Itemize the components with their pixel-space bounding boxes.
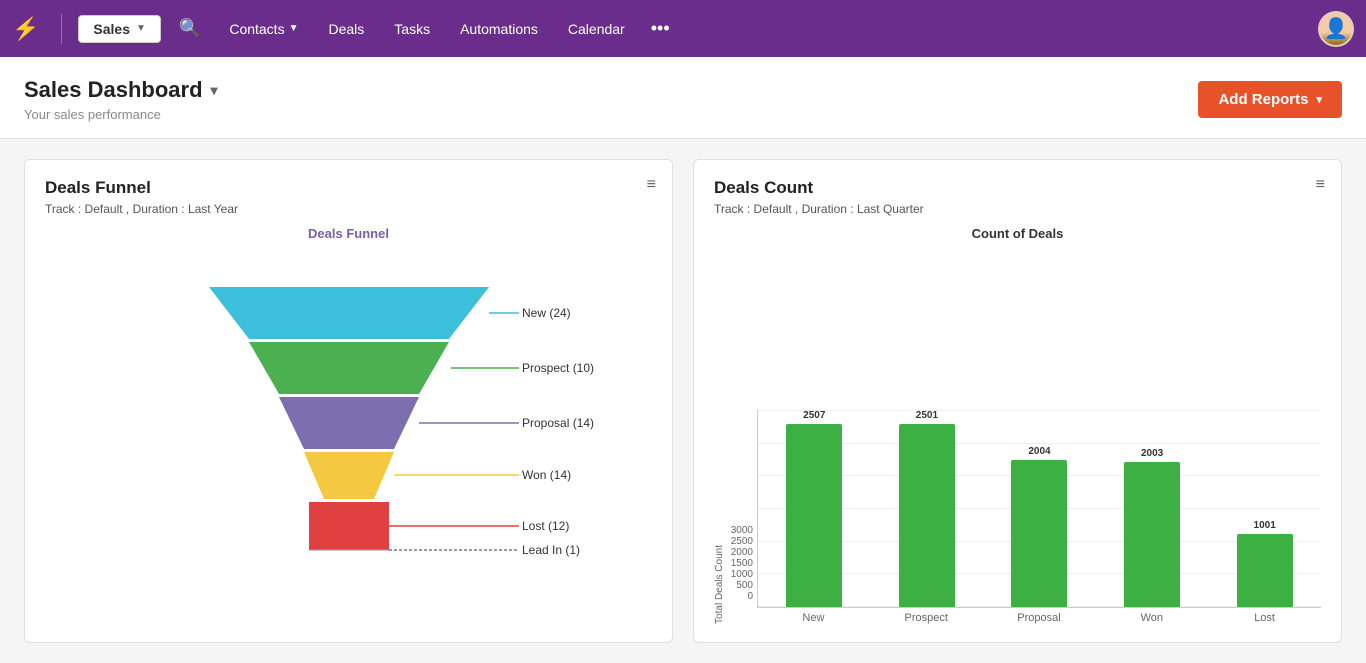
label-lost: Lost (12) <box>522 519 569 533</box>
label-won: Won (14) <box>522 468 571 482</box>
x-label: Won <box>1095 608 1208 624</box>
bar-chart-area: Count of Deals Total Deals Count 3000250… <box>714 226 1321 624</box>
funnel-container: New (24) Prospect (10) Proposal (14) Won… <box>45 249 652 624</box>
bar-chart-title: Count of Deals <box>714 226 1321 241</box>
bar-value: 2003 <box>1141 448 1163 459</box>
bar-group: 2003 <box>1096 448 1209 607</box>
sidebar-item-contacts[interactable]: Contacts ▼ <box>219 17 308 41</box>
x-label: Lost <box>1208 608 1321 624</box>
bar-value: 2501 <box>916 410 938 421</box>
label-leadin: Lead In (1) <box>522 543 580 557</box>
funnel-proposal <box>279 397 419 449</box>
y-axis-label: Total Deals Count <box>714 523 725 624</box>
label-new: New (24) <box>522 306 571 320</box>
funnel-card-subtitle: Track : Default , Duration : Last Year <box>45 202 652 216</box>
more-icon[interactable]: ••• <box>651 18 670 39</box>
bar-chart-inner: Total Deals Count 3000250020001500100050… <box>714 247 1321 624</box>
y-tick: 0 <box>747 591 753 602</box>
title-chevron-icon[interactable]: ▾ <box>211 82 218 99</box>
x-labels: NewProspectProposalWonLost <box>757 608 1321 624</box>
deals-funnel-card: Deals Funnel Track : Default , Duration … <box>24 159 673 643</box>
nav-divider <box>61 14 62 44</box>
navbar: ⚡ Sales ▼ 🔍 Contacts ▼ Deals Tasks Autom… <box>0 0 1366 57</box>
funnel-svg: New (24) Prospect (10) Proposal (14) Won… <box>189 287 509 587</box>
x-label: Prospect <box>870 608 983 624</box>
bar-rect <box>786 424 842 607</box>
avatar[interactable]: 👤 <box>1318 11 1354 47</box>
add-reports-button[interactable]: Add Reports ▾ <box>1198 81 1342 118</box>
sales-label: Sales <box>93 21 130 37</box>
funnel-card-title: Deals Funnel <box>45 178 652 198</box>
title-group: Sales Dashboard ▾ Your sales performance <box>24 77 218 122</box>
funnel-won <box>304 452 394 499</box>
bars-grid: 2507 2501 2004 2003 1001 <box>757 410 1321 608</box>
sidebar-item-deals[interactable]: Deals <box>318 17 374 41</box>
deals-count-card: Deals Count Track : Default , Duration :… <box>693 159 1342 643</box>
label-prospect: Prospect (10) <box>522 361 594 375</box>
bar-group: 2501 <box>871 410 984 607</box>
page-title: Sales Dashboard ▾ <box>24 77 218 103</box>
page-subtitle: Your sales performance <box>24 107 218 122</box>
funnel-lost <box>309 502 389 550</box>
bar-group: 2004 <box>983 446 1096 607</box>
count-card-subtitle: Track : Default , Duration : Last Quarte… <box>714 202 1321 216</box>
y-tick: 2000 <box>731 547 753 558</box>
page-header: Sales Dashboard ▾ Your sales performance… <box>0 57 1366 139</box>
label-proposal: Proposal (14) <box>522 416 594 430</box>
bar-group: 2507 <box>758 410 871 607</box>
app-logo-icon: ⚡ <box>12 16 39 42</box>
main-content: Deals Funnel Track : Default , Duration … <box>0 139 1366 663</box>
x-label: Proposal <box>983 608 1096 624</box>
x-label: New <box>757 608 870 624</box>
funnel-prospect <box>249 342 449 394</box>
funnel-chart-title: Deals Funnel <box>45 226 652 241</box>
bar-rect <box>899 424 955 607</box>
funnel-new <box>209 287 489 339</box>
avatar-image: 👤 <box>1320 13 1352 45</box>
contacts-chevron-icon: ▼ <box>289 23 299 34</box>
sidebar-item-automations[interactable]: Automations <box>450 17 548 41</box>
funnel-menu-icon[interactable]: ≡ <box>647 176 656 194</box>
sidebar-item-tasks[interactable]: Tasks <box>384 17 440 41</box>
y-tick: 500 <box>736 580 753 591</box>
count-card-title: Deals Count <box>714 178 1321 198</box>
bar-rect <box>1124 462 1180 607</box>
bar-value: 1001 <box>1254 520 1276 531</box>
bar-value: 2004 <box>1028 446 1050 457</box>
y-tick: 1000 <box>731 569 753 580</box>
sales-dropdown-button[interactable]: Sales ▼ <box>78 15 161 43</box>
bar-value: 2507 <box>803 410 825 421</box>
bar-rect <box>1237 534 1293 607</box>
y-tick: 3000 <box>731 525 753 536</box>
bars-area: 2507 2501 2004 2003 1001 NewProspectProposal… <box>757 410 1321 624</box>
sidebar-item-calendar[interactable]: Calendar <box>558 17 635 41</box>
y-tick: 1500 <box>731 558 753 569</box>
bar-rect <box>1011 460 1067 607</box>
y-axis: 300025002000150010005000 <box>725 525 757 624</box>
sales-chevron-icon: ▼ <box>136 23 146 34</box>
add-reports-chevron-icon: ▾ <box>1316 93 1322 106</box>
bar-group: 1001 <box>1208 520 1321 607</box>
y-tick: 2500 <box>731 536 753 547</box>
count-menu-icon[interactable]: ≡ <box>1316 176 1325 194</box>
search-button[interactable]: 🔍 <box>171 14 209 43</box>
